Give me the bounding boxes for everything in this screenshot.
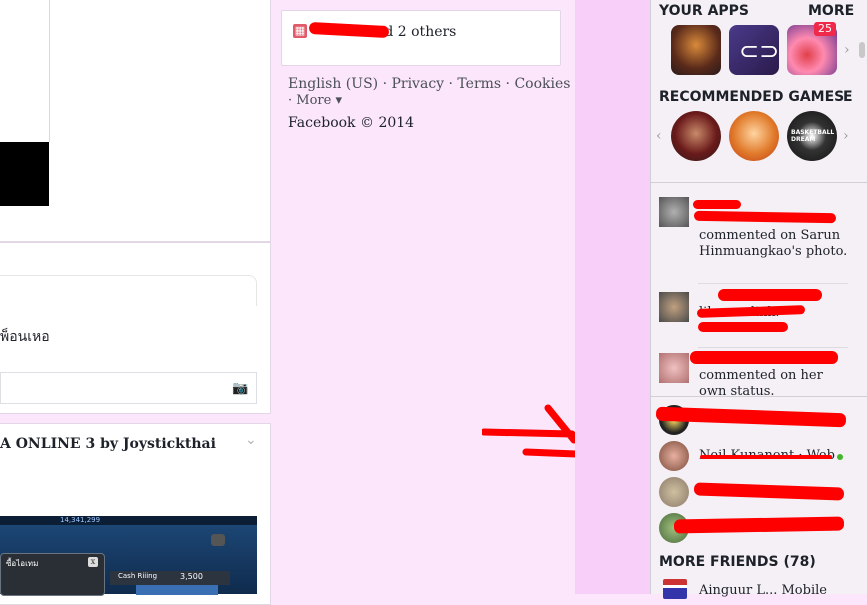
redaction-scribble xyxy=(698,322,788,332)
game-item-value: 3,500 xyxy=(180,572,203,581)
comment-bubble xyxy=(0,275,257,306)
divider xyxy=(698,283,848,284)
friend-avatar[interactable] xyxy=(659,441,689,471)
gift-icon: ▦ xyxy=(293,24,307,38)
recommended-games-clipped: E xyxy=(843,89,853,105)
app-icon-warrior[interactable] xyxy=(671,25,721,75)
ticker-item[interactable]: commented on Sarun Hinmuangkao's photo. xyxy=(699,228,849,260)
online-status-dot xyxy=(837,454,843,460)
arrow-annotation xyxy=(482,404,578,458)
comment-text: พ็อนเหอ xyxy=(0,329,50,345)
comment-input[interactable] xyxy=(0,372,257,404)
app-icon-link[interactable]: ⊂⊃ xyxy=(729,25,779,75)
game-icon-cartoon[interactable] xyxy=(729,111,779,161)
chevron-right-icon[interactable]: › xyxy=(843,128,849,144)
friend-name[interactable]: Ainguur L... Mobile xyxy=(699,583,827,598)
divider xyxy=(651,182,867,183)
footer-links[interactable]: English (US) · Privacy · Terms · Cookies xyxy=(288,76,570,92)
more-apps-link[interactable]: MORE xyxy=(808,3,854,19)
sidebar-scrollbar[interactable] xyxy=(859,42,865,58)
divider xyxy=(651,396,867,397)
game-icon-soldier[interactable] xyxy=(671,111,721,161)
game-camera-icon xyxy=(211,534,225,546)
link-icon: ⊂⊃ xyxy=(739,37,780,65)
redaction-scribble xyxy=(700,455,832,459)
avatar[interactable] xyxy=(659,197,689,227)
divider xyxy=(698,347,848,348)
app-notification-badge: 25 xyxy=(814,22,836,36)
friend-avatar[interactable] xyxy=(663,579,687,599)
black-image xyxy=(0,142,49,206)
redaction-scribble xyxy=(718,289,822,301)
basketball-label: BASKETBALL DREAM xyxy=(791,129,835,143)
avatar[interactable] xyxy=(659,292,689,322)
game-close-icon: x xyxy=(88,557,98,567)
friend-avatar[interactable] xyxy=(659,477,689,507)
redaction-scribble xyxy=(690,351,838,364)
chevron-left-icon[interactable]: ‹ xyxy=(656,128,662,144)
chevron-right-icon[interactable]: › xyxy=(844,42,850,58)
chevron-down-icon[interactable]: ⌄ xyxy=(245,432,257,448)
redaction-scribble xyxy=(673,516,845,534)
card-divider xyxy=(49,0,50,142)
game-top-bar xyxy=(0,516,257,525)
game-dialog-title: ซื้อไอเทม xyxy=(6,559,39,568)
page-stripe xyxy=(575,0,650,594)
your-apps-heading: YOUR APPS xyxy=(659,3,750,19)
post-title[interactable]: A ONLINE 3 by Joystickthai xyxy=(0,436,216,452)
recommended-games-heading: RECOMMENDED GAMES xyxy=(659,89,845,105)
game-icon-basketball[interactable]: BASKETBALL DREAM xyxy=(787,111,837,161)
footer-more-link[interactable]: · More ▾ xyxy=(288,93,342,108)
redaction-scribble xyxy=(693,200,741,209)
camera-icon[interactable]: 📷 xyxy=(232,381,248,396)
copyright: Facebook © 2014 xyxy=(288,115,415,131)
game-score-text: 14,341,299 xyxy=(60,516,101,524)
avatar[interactable] xyxy=(659,353,689,383)
game-item-label: Cash Riiing xyxy=(118,572,158,580)
more-friends-heading: MORE FRIENDS (78) xyxy=(659,554,816,570)
